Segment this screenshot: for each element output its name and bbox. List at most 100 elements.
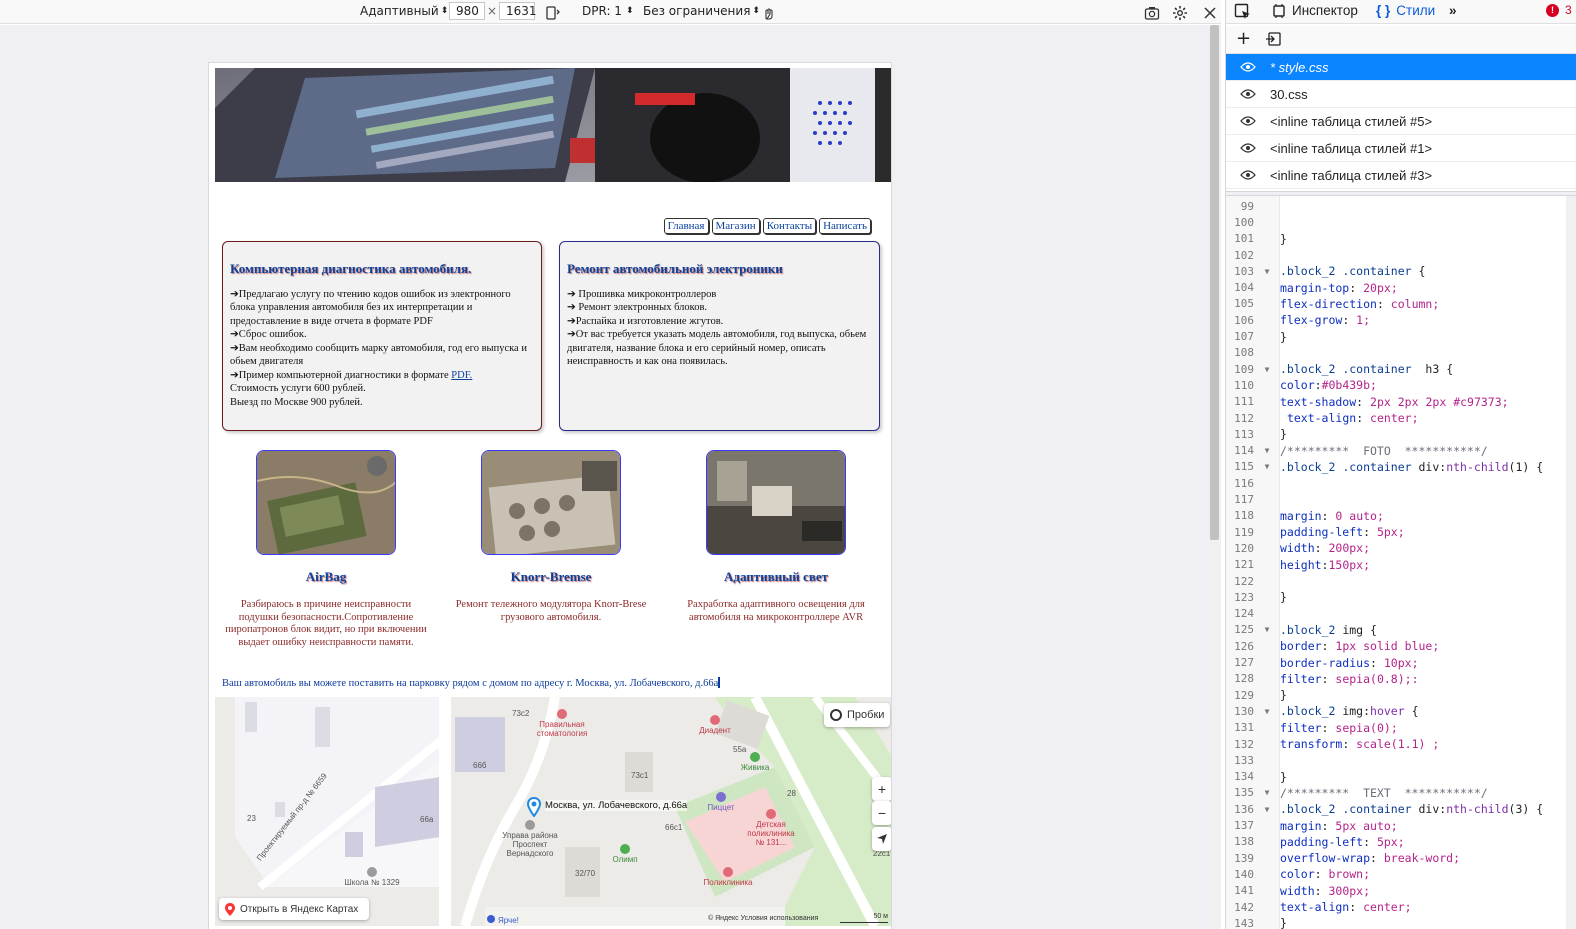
map-poi[interactable]: Правильная стоматология [527,709,597,738]
device-selector[interactable]: Адаптивный ⬍ [360,0,448,22]
code-line[interactable]: 127 border-radius: 10px; [1226,654,1566,670]
geolocation-button[interactable] [872,827,891,851]
dpr-selector[interactable]: DPR: 1 ⬍ [582,0,633,22]
code-line[interactable]: 105 flex-direction: column; [1226,296,1566,312]
height-value[interactable]: 1631 [499,2,537,20]
fold-chevron-icon[interactable]: ▼ [1254,805,1280,814]
css-code-editor[interactable]: 99 100 101} 102 103 ▼ .block_2 .container {104… [1226,196,1576,929]
code-line[interactable]: 116 [1226,475,1566,491]
new-stylesheet-plus-icon[interactable]: + [1236,30,1251,48]
width-value[interactable]: 980 [449,2,485,20]
code-line[interactable]: 109 ▼ .block_2 .container h3 { [1226,361,1566,377]
map-poi[interactable]: Детская поликлиника № 131... [745,809,797,847]
code-line[interactable]: 141 width: 300px; [1226,883,1566,899]
fold-chevron-icon[interactable]: ▼ [1254,446,1280,455]
code-line[interactable]: 112 text-align: center; [1226,410,1566,426]
element-picker-icon[interactable] [1234,3,1252,21]
stylesheet-item[interactable]: <inline таблица стилей #5> [1226,108,1576,135]
stylesheet-item[interactable]: 30.css [1226,81,1576,108]
code-line[interactable]: 103 ▼ .block_2 .container { [1226,263,1566,279]
code-line[interactable]: 99 [1226,198,1566,214]
code-line[interactable]: 106 flex-grow: 1; [1226,312,1566,328]
viewport-width-input[interactable]: 980 [449,0,485,22]
map-poi[interactable]: Диадент [695,715,735,735]
settings-gear-icon[interactable] [1171,2,1189,24]
tab-styles[interactable]: { } Стили [1376,3,1435,18]
code-line[interactable]: 139 overflow-wrap: break-word; [1226,850,1566,866]
yandex-map[interactable]: 73с2 66б 73с1 66а 66с1 32/70 23 55а 28 2… [215,697,891,926]
fold-chevron-icon[interactable]: ▼ [1254,267,1280,276]
map-poi[interactable]: Поликлиника [698,867,758,887]
rotate-viewport-icon[interactable] [544,2,562,24]
code-line[interactable]: 134} [1226,769,1566,785]
open-in-yandex-maps-button[interactable]: Открыть в Яндекс Картах [219,898,369,920]
airbag-photo[interactable] [256,450,396,555]
code-line[interactable]: 107} [1226,328,1566,344]
editor-scrollbar[interactable] [1566,196,1576,929]
stylesheet-item[interactable]: * style.css [1226,54,1576,81]
code-line[interactable]: 130 ▼ .block_2 img:hover { [1226,703,1566,719]
code-line[interactable]: 135 ▼/********* TEXT ***********/ [1226,785,1566,801]
screenshot-icon[interactable] [1143,2,1161,24]
more-tabs-chevron-icon[interactable]: » [1449,3,1457,18]
scrollbar-thumb[interactable] [1210,25,1219,540]
code-line[interactable]: 108 [1226,345,1566,361]
code-line[interactable]: 113} [1226,426,1566,442]
code-line[interactable]: 118 margin: 0 auto; [1226,508,1566,524]
map-location-marker-icon[interactable] [526,796,542,820]
adaptive-light-photo[interactable] [706,450,846,555]
close-icon[interactable] [1201,2,1219,24]
map-copyright[interactable]: © Яндекс Условия использования [708,915,818,922]
code-line[interactable]: 111 text-shadow: 2px 2px 2px #c97373; [1226,394,1566,410]
code-line[interactable]: 140 color: brown; [1226,866,1566,882]
eye-icon[interactable] [1226,116,1270,126]
fold-chevron-icon[interactable]: ▼ [1254,788,1280,797]
code-line[interactable]: 110 color:#0b439b; [1226,377,1566,393]
code-line[interactable]: 132 transform: scale(1.1) ; [1226,736,1566,752]
viewport-scrollbar[interactable] [1208,25,1221,929]
code-line[interactable]: 131 filter: sepia(0); [1226,720,1566,736]
code-line[interactable]: 136 ▼ .block_2 .container div:nth-child(3)… [1226,801,1566,817]
touch-simulation-icon[interactable] [759,2,777,24]
code-line[interactable]: 100 [1226,214,1566,230]
nav-link-write[interactable]: Написать [819,218,871,234]
fold-chevron-icon[interactable]: ▼ [1254,462,1280,471]
traffic-button[interactable]: Пробки [824,703,890,727]
code-line[interactable]: 114 ▼/********* FOTO ***********/ [1226,443,1566,459]
code-line[interactable]: 137 margin: 5px auto; [1226,817,1566,833]
error-count[interactable]: ! 3 [1546,3,1572,17]
code-line[interactable]: 128 filter: sepia(0.8);: [1226,671,1566,687]
code-line[interactable]: 104 margin-top: 20px; [1226,280,1566,296]
nav-link-contacts[interactable]: Контакты [762,218,817,234]
zoom-out-button[interactable]: − [872,801,891,825]
pdf-link[interactable]: PDF. [451,370,472,381]
zoom-in-button[interactable]: + [872,777,891,801]
eye-icon[interactable] [1226,62,1270,72]
stylesheet-item[interactable]: <inline таблица стилей #3> [1226,162,1576,189]
fold-chevron-icon[interactable]: ▼ [1254,707,1280,716]
throttle-selector[interactable]: Без ограничения ⬍ [643,0,760,22]
code-line[interactable]: 125 ▼ .block_2 img { [1226,622,1566,638]
nav-link-shop[interactable]: Магазин [711,218,760,234]
map-poi[interactable]: Олимп [605,844,645,864]
code-line[interactable]: 138 padding-left: 5px; [1226,834,1566,850]
code-line[interactable]: 126 border: 1px solid blue; [1226,638,1566,654]
code-line[interactable]: 117 [1226,491,1566,507]
code-line[interactable]: 124 [1226,606,1566,622]
knorr-photo[interactable] [481,450,621,555]
code-line[interactable]: 121 height:150px; [1226,557,1566,573]
tab-inspector[interactable]: Инспектор [1272,3,1358,18]
fold-chevron-icon[interactable]: ▼ [1254,625,1280,634]
code-line[interactable]: 101} [1226,231,1566,247]
code-line[interactable]: 122 [1226,573,1566,589]
code-line[interactable]: 102 [1226,247,1566,263]
code-line[interactable]: 115 ▼ .block_2 .container div:nth-child(1)… [1226,459,1566,475]
viewport-height-input[interactable]: 1631 [499,0,537,22]
eye-icon[interactable] [1226,143,1270,153]
map-poi[interactable]: Школа № 1329 [337,867,407,887]
code-line[interactable]: 120 width: 200px; [1226,540,1566,556]
nav-link-home[interactable]: Главная [663,218,709,234]
fold-chevron-icon[interactable]: ▼ [1254,365,1280,374]
import-stylesheet-icon[interactable] [1266,31,1282,50]
code-line[interactable]: 133 [1226,752,1566,768]
